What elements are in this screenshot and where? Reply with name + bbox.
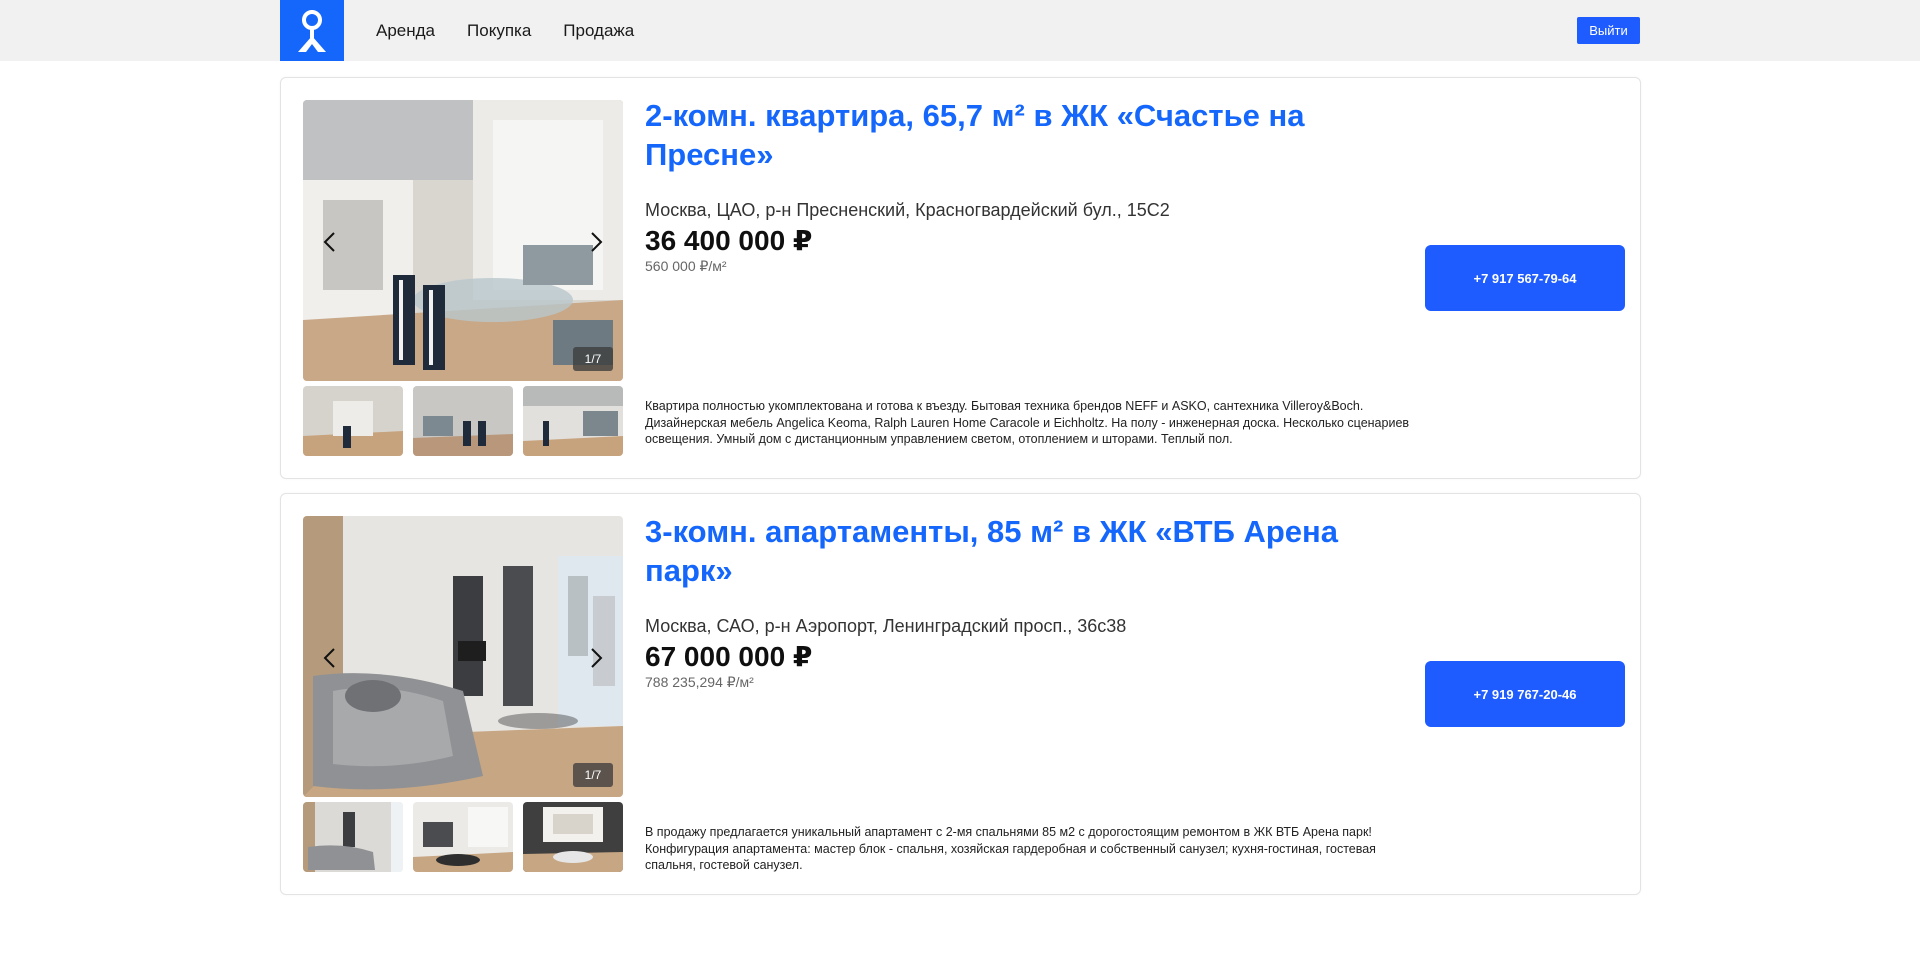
listing-address: Москва, ЦАО, р-н Пресненский, Красногвар… bbox=[645, 200, 1170, 220]
nav-sell-link[interactable]: Продажа bbox=[563, 21, 634, 41]
listing-main-photo[interactable]: 1/7 bbox=[303, 100, 623, 381]
listing-card: 1/7 2-комн. квартира, 65,7 м² в ЖК «Счас… bbox=[280, 77, 1641, 479]
listing-price: 67 000 000 ₽ bbox=[645, 641, 813, 672]
chevron-left-icon bbox=[323, 648, 335, 668]
nav-buy-link[interactable]: Покупка bbox=[467, 21, 531, 41]
listing-price-per-m2: 560 000 ₽/м² bbox=[645, 258, 727, 274]
logo[interactable] bbox=[280, 0, 344, 61]
phone-button[interactable]: +7 919 767-20-46 bbox=[1425, 661, 1625, 727]
photo-counter: 1/7 bbox=[573, 763, 613, 787]
map-pin-logo-icon bbox=[298, 9, 326, 52]
chevron-left-icon bbox=[323, 232, 335, 252]
main-nav: Аренда Покупка Продажа bbox=[376, 0, 634, 61]
photo-prev-button[interactable] bbox=[317, 644, 341, 672]
photo-thumbnail[interactable] bbox=[523, 802, 623, 872]
photo-thumbnail[interactable] bbox=[413, 802, 513, 872]
chevron-right-icon bbox=[591, 648, 603, 668]
chevron-right-icon bbox=[591, 232, 603, 252]
listing-price: 36 400 000 ₽ bbox=[645, 225, 813, 256]
top-navigation-bar: Аренда Покупка Продажа Выйти bbox=[0, 0, 1920, 61]
logout-button[interactable]: Выйти bbox=[1577, 17, 1640, 44]
phone-button[interactable]: +7 917 567-79-64 bbox=[1425, 245, 1625, 311]
listing-title[interactable]: 2-комн. квартира, 65,7 м² в ЖК «Счастье … bbox=[645, 96, 1365, 174]
listing-card: 1/7 3-комн. апартаменты, 85 м² в ЖК «ВТБ… bbox=[280, 493, 1641, 895]
listing-address: Москва, САО, р-н Аэропорт, Ленинградский… bbox=[645, 616, 1127, 636]
photo-thumbnail[interactable] bbox=[413, 386, 513, 456]
photo-next-button[interactable] bbox=[585, 644, 609, 672]
listing-price-per-m2: 788 235,294 ₽/м² bbox=[645, 674, 754, 690]
photo-counter: 1/7 bbox=[573, 347, 613, 371]
photo-prev-button[interactable] bbox=[317, 228, 341, 256]
listing-title[interactable]: 3-комн. апартаменты, 85 м² в ЖК «ВТБ Аре… bbox=[645, 512, 1365, 590]
listing-main-photo[interactable]: 1/7 bbox=[303, 516, 623, 797]
photo-thumbnails bbox=[303, 386, 623, 456]
nav-rent-link[interactable]: Аренда bbox=[376, 21, 435, 41]
listing-description: Квартира полностью укомплектована и гото… bbox=[645, 399, 1410, 446]
photo-next-button[interactable] bbox=[585, 228, 609, 256]
photo-thumbnail[interactable] bbox=[303, 386, 403, 456]
photo-thumbnail[interactable] bbox=[523, 386, 623, 456]
photo-thumbnails bbox=[303, 802, 623, 872]
photo-thumbnail[interactable] bbox=[303, 802, 403, 872]
listing-description: В продажу предлагается уникальный апарта… bbox=[645, 825, 1376, 872]
